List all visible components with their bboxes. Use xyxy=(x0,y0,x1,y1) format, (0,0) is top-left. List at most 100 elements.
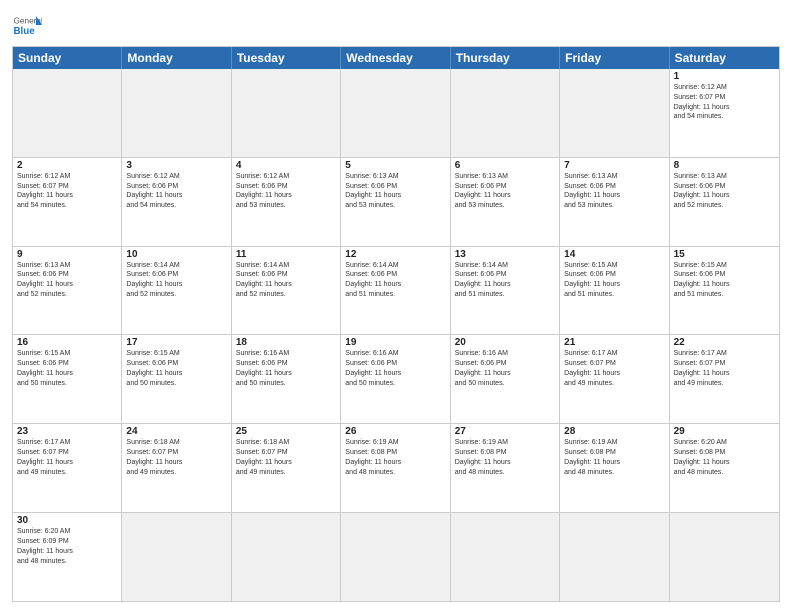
day-cell: 3Sunrise: 6:12 AM Sunset: 6:06 PM Daylig… xyxy=(122,158,231,246)
day-cell: 16Sunrise: 6:15 AM Sunset: 6:06 PM Dayli… xyxy=(13,335,122,423)
day-info: Sunrise: 6:13 AM Sunset: 6:06 PM Dayligh… xyxy=(345,172,445,211)
day-info: Sunrise: 6:13 AM Sunset: 6:06 PM Dayligh… xyxy=(674,172,775,211)
header: General Blue xyxy=(12,10,780,40)
day-cell: 23Sunrise: 6:17 AM Sunset: 6:07 PM Dayli… xyxy=(13,424,122,512)
logo-icon: General Blue xyxy=(12,10,42,40)
day-info: Sunrise: 6:16 AM Sunset: 6:06 PM Dayligh… xyxy=(345,349,445,388)
day-header-monday: Monday xyxy=(122,47,231,69)
day-number: 28 xyxy=(564,426,664,437)
day-info: Sunrise: 6:12 AM Sunset: 6:07 PM Dayligh… xyxy=(674,83,775,122)
day-number: 11 xyxy=(236,249,336,260)
day-number: 12 xyxy=(345,249,445,260)
day-info: Sunrise: 6:15 AM Sunset: 6:06 PM Dayligh… xyxy=(126,349,226,388)
day-number: 18 xyxy=(236,337,336,348)
week-row-2: 9Sunrise: 6:13 AM Sunset: 6:06 PM Daylig… xyxy=(13,247,779,336)
day-cell: 26Sunrise: 6:19 AM Sunset: 6:08 PM Dayli… xyxy=(341,424,450,512)
day-info: Sunrise: 6:12 AM Sunset: 6:06 PM Dayligh… xyxy=(126,172,226,211)
day-header-friday: Friday xyxy=(560,47,669,69)
day-number: 24 xyxy=(126,426,226,437)
calendar-body: 1Sunrise: 6:12 AM Sunset: 6:07 PM Daylig… xyxy=(13,69,779,601)
day-number: 2 xyxy=(17,160,117,171)
day-info: Sunrise: 6:18 AM Sunset: 6:07 PM Dayligh… xyxy=(236,438,336,477)
day-info: Sunrise: 6:16 AM Sunset: 6:06 PM Dayligh… xyxy=(455,349,555,388)
day-cell: 21Sunrise: 6:17 AM Sunset: 6:07 PM Dayli… xyxy=(560,335,669,423)
day-info: Sunrise: 6:19 AM Sunset: 6:08 PM Dayligh… xyxy=(564,438,664,477)
day-cell: 4Sunrise: 6:12 AM Sunset: 6:06 PM Daylig… xyxy=(232,158,341,246)
day-number: 17 xyxy=(126,337,226,348)
day-cell: 25Sunrise: 6:18 AM Sunset: 6:07 PM Dayli… xyxy=(232,424,341,512)
day-cell: 13Sunrise: 6:14 AM Sunset: 6:06 PM Dayli… xyxy=(451,247,560,335)
day-info: Sunrise: 6:20 AM Sunset: 6:08 PM Dayligh… xyxy=(674,438,775,477)
day-number: 3 xyxy=(126,160,226,171)
day-cell xyxy=(122,513,231,601)
day-cell: 7Sunrise: 6:13 AM Sunset: 6:06 PM Daylig… xyxy=(560,158,669,246)
day-cell: 17Sunrise: 6:15 AM Sunset: 6:06 PM Dayli… xyxy=(122,335,231,423)
day-cell xyxy=(232,69,341,157)
week-row-5: 30Sunrise: 6:20 AM Sunset: 6:09 PM Dayli… xyxy=(13,513,779,601)
day-info: Sunrise: 6:13 AM Sunset: 6:06 PM Dayligh… xyxy=(17,261,117,300)
day-cell: 5Sunrise: 6:13 AM Sunset: 6:06 PM Daylig… xyxy=(341,158,450,246)
day-info: Sunrise: 6:12 AM Sunset: 6:06 PM Dayligh… xyxy=(236,172,336,211)
day-number: 29 xyxy=(674,426,775,437)
day-number: 30 xyxy=(17,515,117,526)
day-cell xyxy=(13,69,122,157)
day-cell: 6Sunrise: 6:13 AM Sunset: 6:06 PM Daylig… xyxy=(451,158,560,246)
day-info: Sunrise: 6:14 AM Sunset: 6:06 PM Dayligh… xyxy=(236,261,336,300)
day-number: 14 xyxy=(564,249,664,260)
day-cell: 28Sunrise: 6:19 AM Sunset: 6:08 PM Dayli… xyxy=(560,424,669,512)
day-info: Sunrise: 6:19 AM Sunset: 6:08 PM Dayligh… xyxy=(455,438,555,477)
logo: General Blue xyxy=(12,10,42,40)
day-header-saturday: Saturday xyxy=(670,47,779,69)
day-info: Sunrise: 6:12 AM Sunset: 6:07 PM Dayligh… xyxy=(17,172,117,211)
day-cell: 8Sunrise: 6:13 AM Sunset: 6:06 PM Daylig… xyxy=(670,158,779,246)
day-header-tuesday: Tuesday xyxy=(232,47,341,69)
week-row-1: 2Sunrise: 6:12 AM Sunset: 6:07 PM Daylig… xyxy=(13,158,779,247)
day-info: Sunrise: 6:13 AM Sunset: 6:06 PM Dayligh… xyxy=(564,172,664,211)
day-cell: 1Sunrise: 6:12 AM Sunset: 6:07 PM Daylig… xyxy=(670,69,779,157)
week-row-0: 1Sunrise: 6:12 AM Sunset: 6:07 PM Daylig… xyxy=(13,69,779,158)
day-cell xyxy=(232,513,341,601)
day-cell xyxy=(451,513,560,601)
day-number: 5 xyxy=(345,160,445,171)
day-info: Sunrise: 6:17 AM Sunset: 6:07 PM Dayligh… xyxy=(674,349,775,388)
day-number: 25 xyxy=(236,426,336,437)
day-number: 26 xyxy=(345,426,445,437)
day-cell xyxy=(341,69,450,157)
day-cell: 11Sunrise: 6:14 AM Sunset: 6:06 PM Dayli… xyxy=(232,247,341,335)
day-cell: 24Sunrise: 6:18 AM Sunset: 6:07 PM Dayli… xyxy=(122,424,231,512)
day-cell xyxy=(670,513,779,601)
day-number: 27 xyxy=(455,426,555,437)
day-info: Sunrise: 6:19 AM Sunset: 6:08 PM Dayligh… xyxy=(345,438,445,477)
day-info: Sunrise: 6:17 AM Sunset: 6:07 PM Dayligh… xyxy=(564,349,664,388)
day-number: 16 xyxy=(17,337,117,348)
day-number: 20 xyxy=(455,337,555,348)
day-info: Sunrise: 6:16 AM Sunset: 6:06 PM Dayligh… xyxy=(236,349,336,388)
day-info: Sunrise: 6:15 AM Sunset: 6:06 PM Dayligh… xyxy=(564,261,664,300)
calendar: SundayMondayTuesdayWednesdayThursdayFrid… xyxy=(12,46,780,602)
day-number: 22 xyxy=(674,337,775,348)
week-row-4: 23Sunrise: 6:17 AM Sunset: 6:07 PM Dayli… xyxy=(13,424,779,513)
day-info: Sunrise: 6:13 AM Sunset: 6:06 PM Dayligh… xyxy=(455,172,555,211)
day-cell: 22Sunrise: 6:17 AM Sunset: 6:07 PM Dayli… xyxy=(670,335,779,423)
day-info: Sunrise: 6:14 AM Sunset: 6:06 PM Dayligh… xyxy=(126,261,226,300)
page: General Blue SundayMondayTuesdayWednesda… xyxy=(0,0,792,612)
day-cell: 10Sunrise: 6:14 AM Sunset: 6:06 PM Dayli… xyxy=(122,247,231,335)
day-info: Sunrise: 6:14 AM Sunset: 6:06 PM Dayligh… xyxy=(345,261,445,300)
day-header-wednesday: Wednesday xyxy=(341,47,450,69)
week-row-3: 16Sunrise: 6:15 AM Sunset: 6:06 PM Dayli… xyxy=(13,335,779,424)
day-cell: 18Sunrise: 6:16 AM Sunset: 6:06 PM Dayli… xyxy=(232,335,341,423)
day-number: 7 xyxy=(564,160,664,171)
day-cell xyxy=(451,69,560,157)
day-number: 19 xyxy=(345,337,445,348)
day-number: 6 xyxy=(455,160,555,171)
day-number: 23 xyxy=(17,426,117,437)
day-number: 13 xyxy=(455,249,555,260)
day-cell: 19Sunrise: 6:16 AM Sunset: 6:06 PM Dayli… xyxy=(341,335,450,423)
day-cell xyxy=(122,69,231,157)
day-number: 4 xyxy=(236,160,336,171)
svg-text:Blue: Blue xyxy=(14,26,36,37)
day-cell: 30Sunrise: 6:20 AM Sunset: 6:09 PM Dayli… xyxy=(13,513,122,601)
day-cell: 20Sunrise: 6:16 AM Sunset: 6:06 PM Dayli… xyxy=(451,335,560,423)
day-info: Sunrise: 6:15 AM Sunset: 6:06 PM Dayligh… xyxy=(17,349,117,388)
day-cell: 27Sunrise: 6:19 AM Sunset: 6:08 PM Dayli… xyxy=(451,424,560,512)
